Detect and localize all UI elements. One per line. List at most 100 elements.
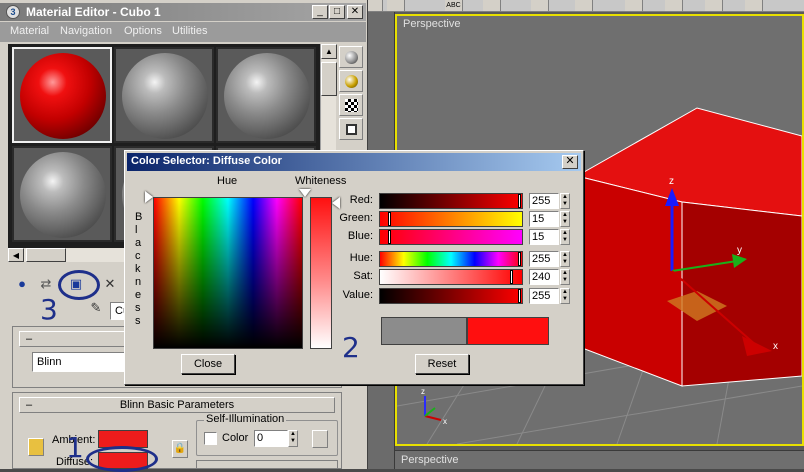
toolbar-button[interactable] [531, 0, 549, 11]
annotation-number-3: 3 [40, 293, 58, 326]
lock-ambient-button[interactable] [28, 438, 44, 456]
new-color-swatch [467, 317, 549, 345]
background-button[interactable] [339, 94, 363, 116]
slider-marker[interactable] [510, 270, 513, 284]
viewport-label[interactable]: Perspective [401, 454, 458, 466]
minimize-button[interactable]: _ [312, 5, 328, 19]
toolbar-button[interactable] [575, 0, 593, 11]
channel-value-input[interactable]: 255 [529, 288, 559, 304]
scroll-thumb[interactable] [321, 62, 337, 96]
self-illumination-title: Self-Illumination [204, 413, 287, 425]
scroll-left-arrow-icon[interactable]: ◀ [8, 248, 24, 262]
whiteness-slider-arrow-icon[interactable] [299, 189, 311, 197]
color-selector-titlebar[interactable]: Color Selector: Diffuse Color ✕ [127, 153, 581, 171]
toolbar-button[interactable] [483, 0, 501, 11]
slider-marker[interactable] [388, 212, 391, 226]
channel-slider[interactable] [379, 251, 523, 267]
sphere-icon [345, 51, 358, 64]
pick-material-icon[interactable]: ✎ [86, 298, 106, 318]
reset-button[interactable]: Reset [415, 354, 469, 374]
channel-slider[interactable] [379, 193, 523, 209]
self-illum-map-button[interactable] [312, 430, 328, 448]
channel-slider[interactable] [379, 229, 523, 245]
backlight-icon [345, 75, 358, 88]
toolbar-button[interactable] [705, 0, 723, 11]
channel-value-input[interactable]: 240 [529, 269, 559, 285]
channel-spinner[interactable]: ▲ ▼ [560, 269, 570, 285]
sample-slot-4[interactable] [12, 146, 112, 242]
annotation-circle [58, 270, 100, 300]
bottom-viewport[interactable]: Perspective [395, 450, 804, 469]
axis-y-label: y [737, 245, 742, 256]
channel-slider[interactable] [379, 288, 523, 304]
toolbar-button[interactable] [625, 0, 643, 11]
svg-text:x: x [443, 417, 447, 426]
hue-blackness-picker[interactable] [153, 197, 303, 349]
material-editor-titlebar[interactable]: 3 Material Editor - Cubo 1 _ □ ✕ [0, 3, 366, 21]
cube-left[interactable] [576, 175, 683, 387]
material-sphere [20, 152, 106, 238]
sample-slot-3[interactable] [216, 47, 316, 143]
menu-navigation[interactable]: Navigation [60, 25, 112, 37]
channel-slider[interactable] [379, 269, 523, 285]
whiteness-label: Whiteness [295, 175, 347, 187]
close-button[interactable]: ✕ [347, 5, 363, 19]
dialog-title: Color Selector: Diffuse Color [131, 155, 282, 167]
channel-value-input[interactable]: 15 [529, 211, 559, 227]
sample-slot-2[interactable] [114, 47, 214, 143]
channel-spinner[interactable]: ▲ ▼ [560, 229, 570, 245]
close-button[interactable]: Close [181, 354, 235, 374]
axis-z-label: z [669, 176, 674, 187]
scroll-thumb[interactable] [26, 248, 66, 262]
slider-marker[interactable] [518, 252, 521, 266]
material-sphere [20, 53, 106, 139]
sample-uv-tiling-button[interactable] [339, 118, 363, 140]
channel-spinner[interactable]: ▲ ▼ [560, 211, 570, 227]
hue-slider-arrow-icon[interactable] [145, 191, 153, 203]
square-icon [346, 124, 357, 135]
toolbar-button[interactable] [387, 0, 405, 11]
original-color-swatch [381, 317, 467, 345]
scroll-up-arrow-icon[interactable]: ▲ [321, 44, 337, 59]
channel-spinner[interactable]: ▲ ▼ [560, 251, 570, 267]
menu-utilities[interactable]: Utilities [172, 25, 207, 37]
lock-button[interactable]: 🔒 [172, 440, 188, 458]
toolbar-button[interactable] [745, 0, 763, 11]
slider-marker[interactable] [388, 230, 391, 244]
self-illum-color-label: Color [222, 432, 249, 444]
hue-label: Hue [217, 175, 238, 187]
maximize-button[interactable]: □ [329, 5, 345, 19]
sample-type-button[interactable] [339, 46, 363, 68]
backlight-button[interactable] [339, 70, 363, 92]
channel-spinner[interactable]: ▲ ▼ [560, 288, 570, 304]
annotation-number-1: 1 [66, 431, 84, 464]
blinn-rollout-header[interactable]: – Blinn Basic Parameters [19, 397, 335, 413]
blackness-label: Blackness [135, 211, 143, 327]
channel-slider[interactable] [379, 211, 523, 227]
shader-type-dropdown[interactable]: Blinn [32, 352, 132, 372]
reset-map-icon[interactable]: ✕ [100, 274, 120, 294]
menu-bar: Material Navigation Options Utilities [0, 22, 366, 42]
annotation-circle [86, 446, 158, 472]
put-material-icon[interactable]: ⇄ [36, 274, 56, 294]
get-material-icon[interactable]: ● [12, 274, 32, 294]
channel-value-input[interactable]: 255 [529, 251, 559, 267]
sample-slot-1[interactable] [12, 47, 112, 143]
self-illum-spinner[interactable]: ▲ ▼ [288, 430, 298, 447]
menu-material[interactable]: Material [10, 25, 49, 37]
slider-marker[interactable] [518, 194, 521, 208]
self-illum-value-input[interactable]: 0 [254, 430, 288, 447]
main-toolbar: ABC [365, 0, 804, 12]
self-illum-color-checkbox[interactable] [204, 432, 217, 445]
toolbar-button[interactable]: ABC [445, 0, 463, 11]
slider-marker[interactable] [518, 289, 521, 303]
channel-value-input[interactable]: 15 [529, 229, 559, 245]
channel-value-input[interactable]: 255 [529, 193, 559, 209]
toolbar-button[interactable] [665, 0, 683, 11]
channel-label: Hue: [349, 252, 373, 264]
material-sphere [122, 53, 208, 139]
window-title: Material Editor - Cubo 1 [26, 5, 161, 19]
dialog-close-button[interactable]: ✕ [562, 155, 578, 169]
menu-options[interactable]: Options [124, 25, 162, 37]
channel-spinner[interactable]: ▲ ▼ [560, 193, 570, 209]
